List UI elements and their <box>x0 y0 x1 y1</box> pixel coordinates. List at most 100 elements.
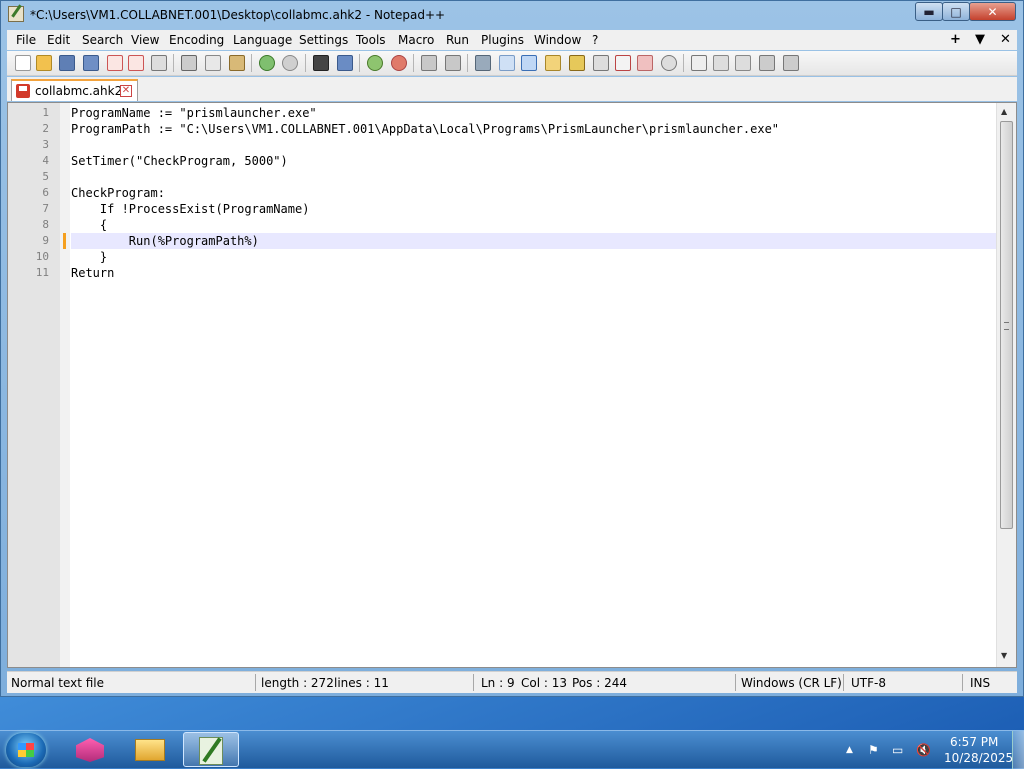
zoom-in-icon[interactable] <box>367 55 383 71</box>
scroll-up-arrow-icon[interactable]: ▲ <box>1001 107 1007 116</box>
code-editor[interactable]: 1 ProgramName := "prismlauncher.exe" 2 Pro… <box>7 102 1017 668</box>
record-macro-icon[interactable] <box>691 55 707 71</box>
play-macro-icon[interactable] <box>735 55 751 71</box>
clock-date[interactable]: 10/28/2025 <box>944 751 1013 765</box>
code-line: 10 } <box>36 249 996 265</box>
show-desktop-button[interactable] <box>1012 731 1024 769</box>
menu-run[interactable]: Run <box>446 33 469 47</box>
status-insert-mode[interactable]: INS <box>970 676 990 690</box>
folder-workspace-icon[interactable] <box>637 55 653 71</box>
indent-guide-icon[interactable] <box>521 55 537 71</box>
code-line-text[interactable]: Run(%ProgramPath%) <box>71 234 259 248</box>
menu-edit[interactable]: Edit <box>47 33 70 47</box>
close-doc-x-icon[interactable]: ✕ <box>1000 32 1011 47</box>
function-list-icon[interactable] <box>615 55 631 71</box>
menu-help[interactable]: ? <box>592 33 598 47</box>
menu-encoding[interactable]: Encoding <box>169 33 224 47</box>
line-number: 2 <box>42 122 49 135</box>
sync-vertical-icon[interactable] <box>421 55 437 71</box>
status-eol[interactable]: Windows (CR LF) <box>741 676 842 690</box>
paste-icon[interactable] <box>229 55 245 71</box>
undo-icon[interactable] <box>259 55 275 71</box>
code-line: 3 <box>42 137 996 153</box>
menu-view[interactable]: View <box>131 33 159 47</box>
code-text-area[interactable]: 1 ProgramName := "prismlauncher.exe" 2 Pro… <box>36 105 996 281</box>
word-wrap-icon[interactable] <box>475 55 491 71</box>
new-file-icon[interactable] <box>15 55 31 71</box>
folder-icon <box>135 739 165 761</box>
code-line-text[interactable]: ProgramPath := "C:\Users\VM1.COLLABNET.0… <box>71 122 779 136</box>
replace-icon[interactable] <box>337 55 353 71</box>
tab-collabmc[interactable]: collabmc.ahk2 ✕ <box>11 79 138 101</box>
tab-list-arrow-icon[interactable]: ▼ <box>975 32 985 47</box>
doc-map-icon[interactable] <box>569 55 585 71</box>
code-line-text[interactable]: } <box>71 250 107 264</box>
menu-language[interactable]: Language <box>233 33 292 47</box>
minimize-button[interactable]: ▬ <box>915 2 943 21</box>
code-line-text[interactable]: CheckProgram: <box>71 186 165 200</box>
network-icon[interactable]: ▭ <box>892 743 903 757</box>
show-hidden-icons-icon[interactable]: ▲ <box>846 745 853 755</box>
save-icon[interactable] <box>59 55 75 71</box>
menu-file[interactable]: File <box>16 33 36 47</box>
find-icon[interactable] <box>313 55 329 71</box>
status-col: Col : 13 <box>521 676 567 690</box>
action-center-flag-icon[interactable]: ⚑ <box>868 743 879 757</box>
line-number: 5 <box>42 170 49 183</box>
system-tray: ▲ ⚑ ▭ 🔇 6:57 PM 10/28/2025 <box>840 731 1024 769</box>
start-button[interactable] <box>6 733 46 767</box>
code-line-text[interactable]: Return <box>71 266 114 280</box>
close-icon[interactable] <box>107 55 123 71</box>
status-separator <box>843 674 844 691</box>
notepadpp-app-icon[interactable] <box>8 6 24 22</box>
status-encoding[interactable]: UTF-8 <box>851 676 886 690</box>
menu-settings[interactable]: Settings <box>299 33 348 47</box>
run-macro-multiple-icon[interactable] <box>759 55 775 71</box>
close-window-button[interactable]: ✕ <box>969 2 1016 21</box>
new-tab-plus-icon[interactable]: + <box>950 32 961 47</box>
menu-search[interactable]: Search <box>82 33 123 47</box>
taskbar-file-explorer[interactable] <box>122 732 178 767</box>
stop-macro-icon[interactable] <box>713 55 729 71</box>
menu-macro[interactable]: Macro <box>398 33 434 47</box>
menu-window[interactable]: Window <box>534 33 581 47</box>
menu-plugins[interactable]: Plugins <box>481 33 524 47</box>
title-bar[interactable]: *C:\Users\VM1.COLLABNET.001\Desktop\coll… <box>1 1 1023 29</box>
show-all-chars-icon[interactable] <box>499 55 515 71</box>
taskbar-app-launcher[interactable] <box>62 732 118 767</box>
monitoring-icon[interactable] <box>661 55 677 71</box>
code-line-text[interactable]: { <box>71 218 107 232</box>
close-all-icon[interactable] <box>128 55 144 71</box>
clock-time[interactable]: 6:57 PM <box>950 735 998 749</box>
launcher-app-icon <box>76 738 104 762</box>
toolbar-separator <box>359 54 360 72</box>
code-line-text[interactable]: ProgramName := "prismlauncher.exe" <box>71 106 317 120</box>
menu-tools[interactable]: Tools <box>356 33 386 47</box>
code-line: 5 <box>42 169 996 185</box>
toolbar-separator <box>305 54 306 72</box>
save-all-icon[interactable] <box>83 55 99 71</box>
volume-muted-icon[interactable]: 🔇 <box>916 743 931 757</box>
sync-horizontal-icon[interactable] <box>445 55 461 71</box>
cut-icon[interactable] <box>181 55 197 71</box>
user-language-icon[interactable] <box>545 55 561 71</box>
fold-margin[interactable] <box>60 103 70 667</box>
status-separator <box>255 674 256 691</box>
scroll-down-arrow-icon[interactable]: ▼ <box>1001 651 1007 660</box>
taskbar-notepadpp[interactable] <box>183 732 239 767</box>
open-file-icon[interactable] <box>36 55 52 71</box>
tab-close-icon[interactable]: ✕ <box>120 85 132 97</box>
doc-list-icon[interactable] <box>593 55 609 71</box>
vertical-scrollbar[interactable]: ▲ ▼ <box>996 103 1016 667</box>
redo-icon[interactable] <box>282 55 298 71</box>
print-icon[interactable] <box>151 55 167 71</box>
scroll-thumb[interactable] <box>1000 121 1013 529</box>
code-line-text[interactable]: If !ProcessExist(ProgramName) <box>71 202 310 216</box>
status-pos: Pos : 244 <box>572 676 627 690</box>
save-macro-icon[interactable] <box>783 55 799 71</box>
windows-logo-icon <box>18 743 34 757</box>
maximize-button[interactable]: □ <box>942 2 970 21</box>
copy-icon[interactable] <box>205 55 221 71</box>
zoom-out-icon[interactable] <box>391 55 407 71</box>
code-line-text[interactable]: SetTimer("CheckProgram, 5000") <box>71 154 288 168</box>
